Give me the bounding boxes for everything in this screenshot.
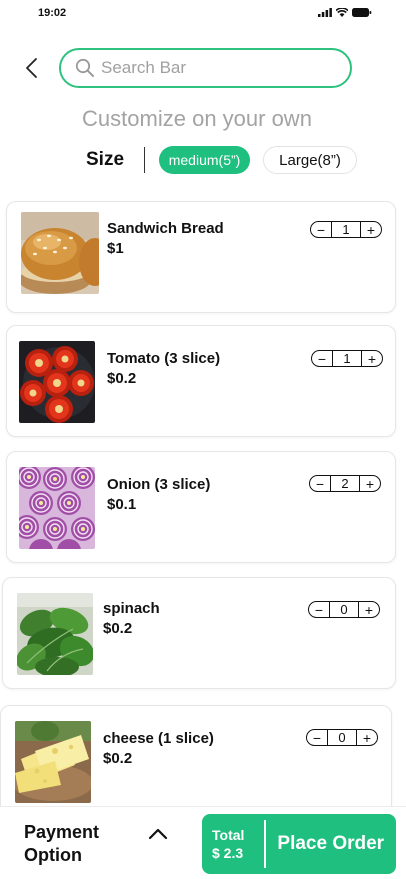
quantity-value: 0 — [329, 602, 359, 617]
quantity-stepper: − 1 + — [310, 221, 382, 238]
item-name: spinach — [103, 600, 160, 617]
quantity-stepper: − 2 + — [309, 475, 381, 492]
increase-button[interactable]: + — [362, 351, 382, 366]
search-icon — [75, 58, 94, 77]
status-time: 19:02 — [38, 7, 67, 19]
search-input[interactable] — [101, 58, 321, 78]
ingredient-card: spinach $0.2 − 0 + — [2, 577, 396, 689]
item-name: Sandwich Bread — [107, 220, 224, 237]
item-name: Onion (3 slice) — [107, 476, 211, 493]
status-icons — [318, 8, 372, 17]
bread-bun-image — [21, 212, 99, 294]
payment-option-button[interactable]: Payment Option — [24, 821, 134, 867]
size-option-medium[interactable]: medium(5”) — [159, 146, 251, 174]
increase-button[interactable]: + — [359, 602, 379, 617]
signal-icon — [318, 8, 332, 17]
increase-button[interactable]: + — [357, 730, 377, 745]
size-option-large[interactable]: Large(8”) — [263, 146, 358, 174]
item-price: $0.2 — [103, 620, 133, 637]
order-total: Total $ 2.3 — [202, 826, 264, 862]
ingredient-card: Tomato (3 slice) $0.2 − 1 + — [6, 325, 396, 437]
back-button[interactable] — [18, 55, 44, 81]
ingredient-card: Sandwich Bread $1 − 1 + — [6, 201, 396, 313]
item-price: $0.2 — [103, 750, 133, 767]
ingredient-card: cheese (1 slice) $0.2 − 0 + — [0, 705, 392, 817]
item-price: $0.1 — [107, 496, 137, 513]
onion-slices-image — [19, 467, 95, 549]
quantity-stepper: − 0 + — [306, 729, 378, 746]
decrease-button[interactable]: − — [312, 351, 332, 366]
quantity-stepper: − 0 + — [308, 601, 380, 618]
quantity-value: 1 — [331, 222, 361, 237]
decrease-button[interactable]: − — [310, 476, 330, 491]
total-label: Total — [212, 827, 245, 843]
ingredient-card: Onion (3 slice) $0.1 − 2 + — [6, 451, 396, 563]
increase-button[interactable]: + — [361, 222, 381, 237]
spinach-leaves-image — [17, 593, 93, 675]
battery-icon — [352, 8, 372, 17]
page-subtitle: Customize on your own — [82, 106, 312, 131]
size-divider — [144, 147, 146, 173]
item-name: cheese (1 slice) — [103, 730, 214, 747]
item-name: Tomato (3 slice) — [107, 350, 221, 367]
total-value: $ 2.3 — [212, 845, 244, 861]
quantity-value: 1 — [332, 351, 362, 366]
status-bar: 19:02 — [0, 0, 406, 26]
decrease-button[interactable]: − — [311, 222, 331, 237]
item-price: $0.2 — [107, 370, 137, 387]
chevron-left-icon — [26, 58, 37, 78]
wifi-icon — [336, 8, 348, 17]
quantity-stepper: − 1 + — [311, 350, 383, 367]
size-selector: Size medium(5”) Large(8”) — [86, 145, 358, 175]
decrease-button[interactable]: − — [309, 602, 329, 617]
decrease-button[interactable]: − — [307, 730, 327, 745]
increase-button[interactable]: + — [360, 476, 380, 491]
size-label: Size — [86, 149, 125, 170]
chevron-up-icon[interactable] — [147, 825, 169, 841]
search-bar[interactable] — [59, 48, 352, 88]
quantity-value: 2 — [330, 476, 360, 491]
cheese-slices-image — [15, 721, 91, 803]
bottom-bar: Payment Option Total $ 2.3 Place Order — [0, 806, 406, 879]
place-order-button[interactable]: Total $ 2.3 Place Order — [202, 814, 396, 874]
place-order-label: Place Order — [277, 833, 385, 854]
tomato-slices-image — [19, 341, 95, 423]
item-price: $1 — [107, 240, 124, 257]
quantity-value: 0 — [327, 730, 357, 745]
